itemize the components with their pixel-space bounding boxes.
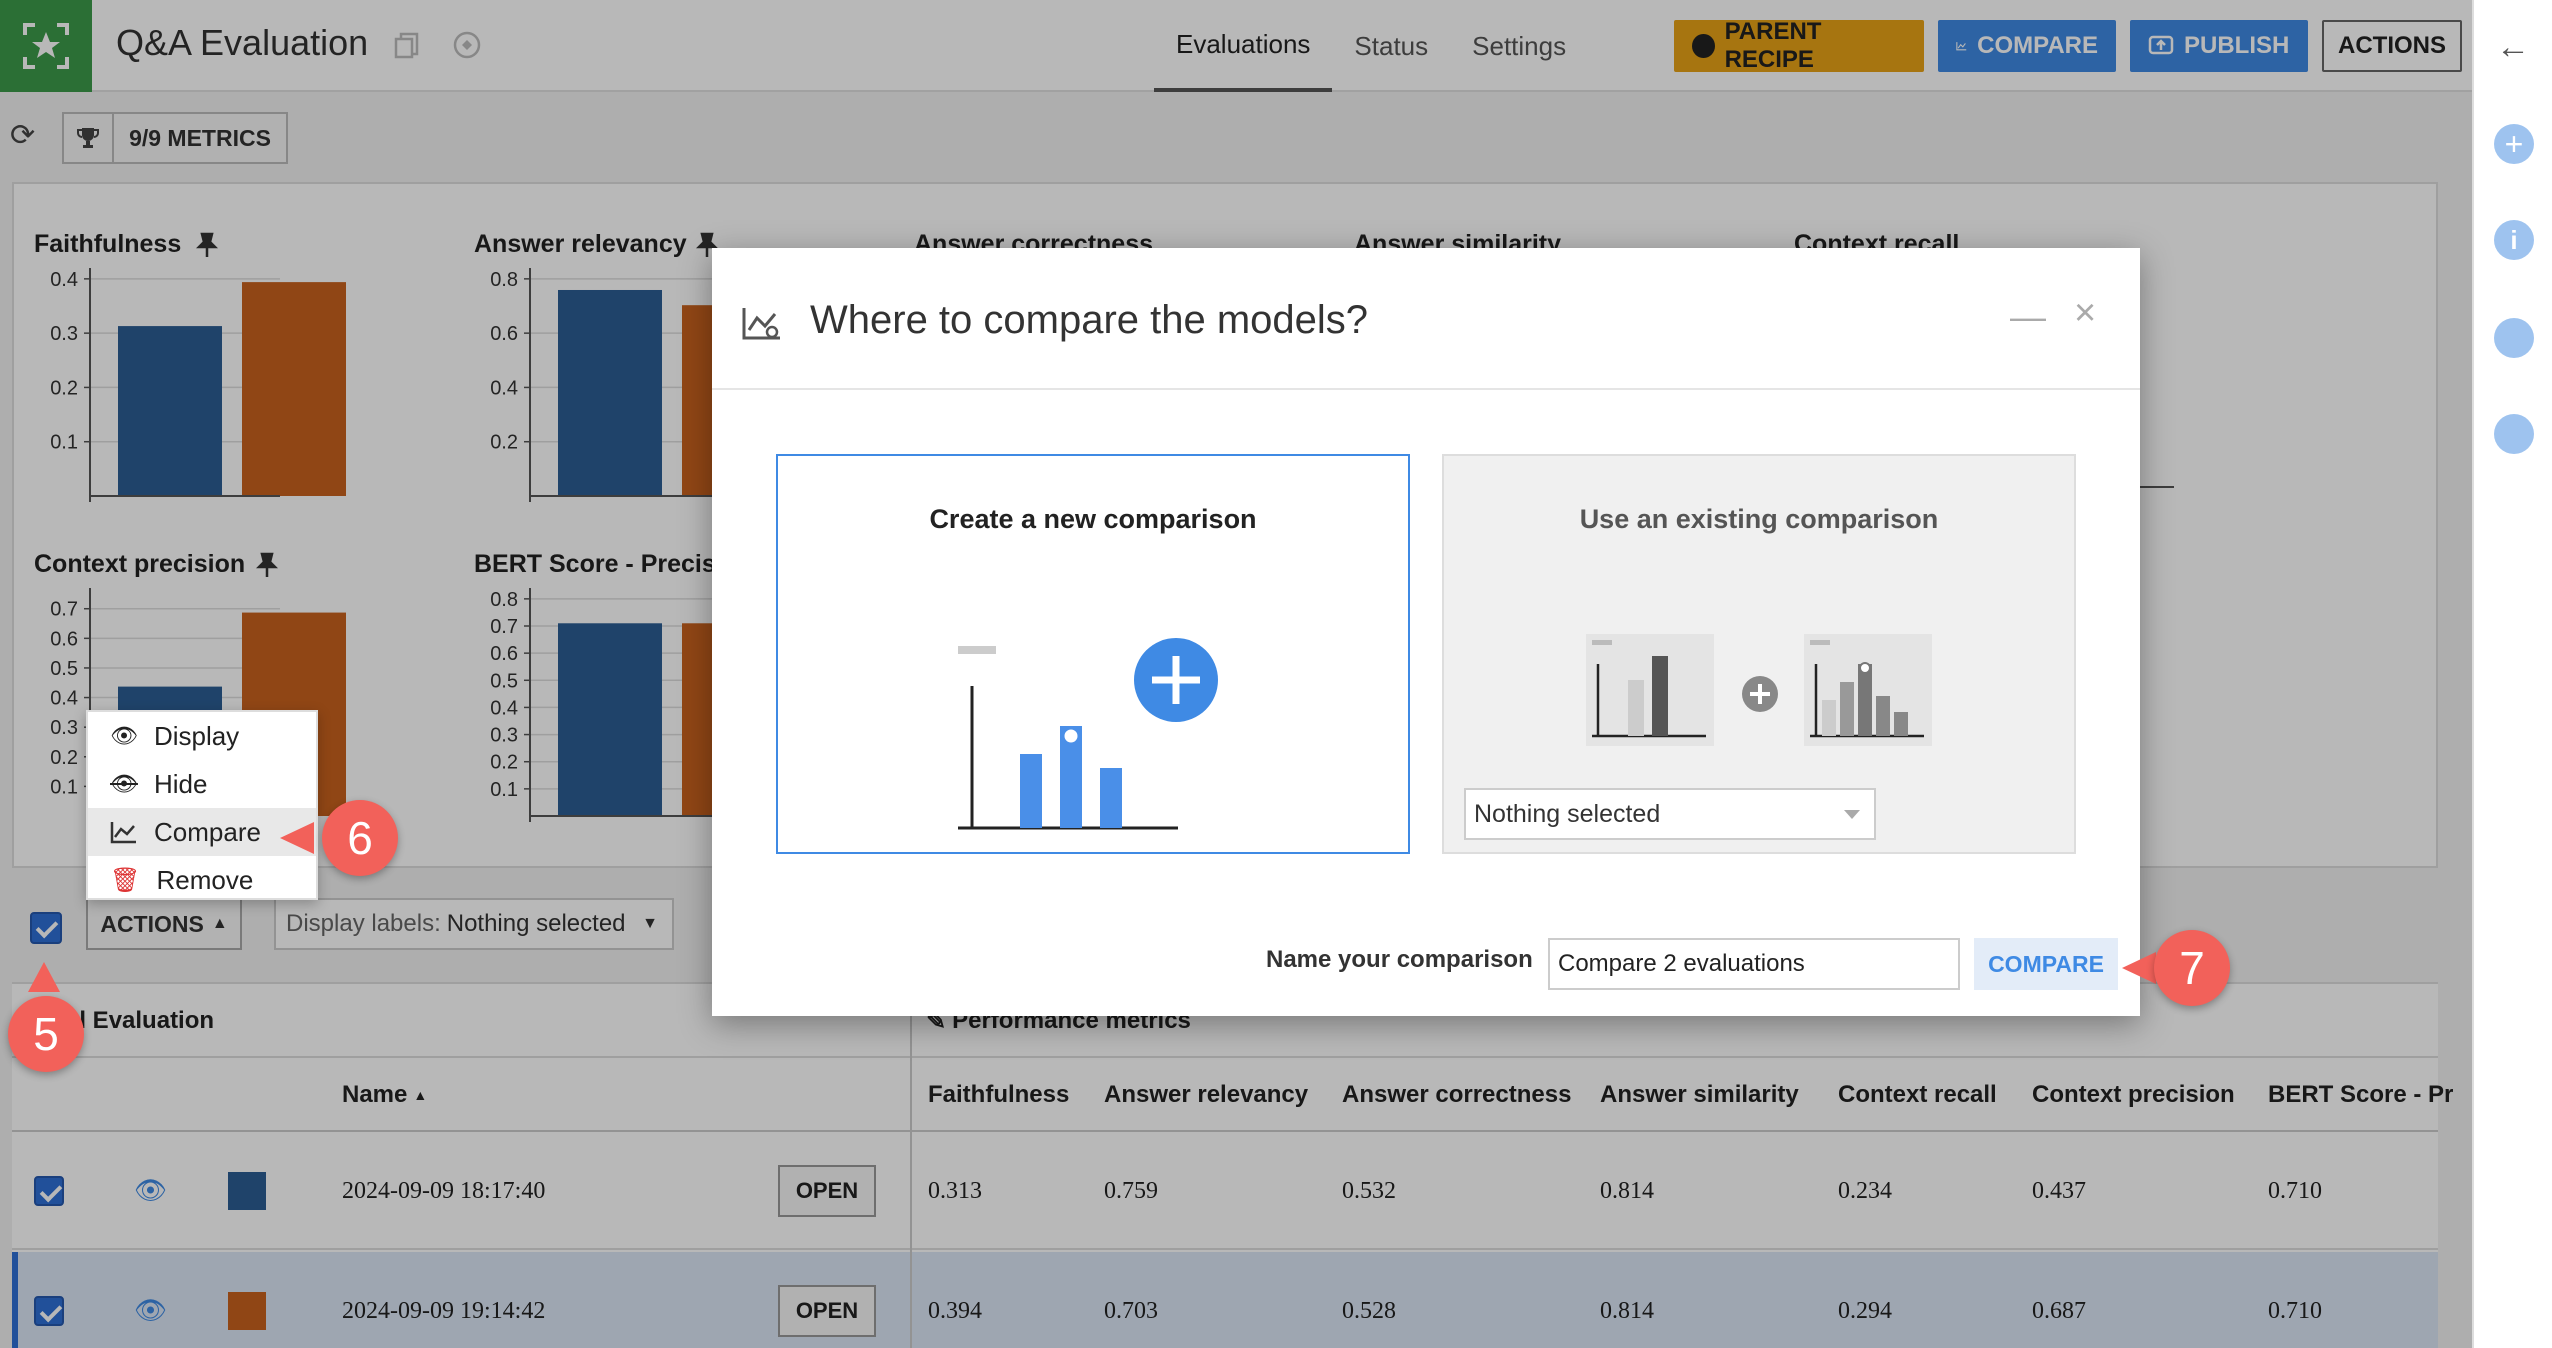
modal-compare-button[interactable]: COMPARE (1974, 938, 2118, 990)
history-icon[interactable] (2494, 414, 2534, 454)
existing-comparison-value: Nothing selected (1474, 799, 1661, 828)
callout-pointer (280, 822, 314, 854)
eye-slash-icon: 👁 (110, 771, 138, 796)
add-icon[interactable]: + (2494, 124, 2534, 164)
option-existing-comparison[interactable]: Use an existing comparison Nothing selec… (1442, 454, 2076, 854)
new-comparison-illustration (958, 638, 1218, 830)
annotation-step-7: 7 (2154, 930, 2230, 1006)
existing-comparison-illustration (1586, 634, 1932, 746)
info-icon[interactable]: i (2494, 220, 2534, 260)
actions-context-menu: 👁 Display 👁 Hide Compare 🗑 Remove (86, 710, 318, 900)
callout-pointer (28, 962, 60, 992)
right-rail: ← + i (2472, 0, 2552, 1348)
eye-icon: 👁 (110, 723, 138, 748)
modal-title: Where to compare the models? (810, 298, 1369, 342)
modal-header: Where to compare the models? — × (712, 248, 2140, 390)
collapse-arrow-icon[interactable]: ← (2496, 28, 2530, 67)
close-icon[interactable]: × (2074, 292, 2096, 335)
comparison-name-label: Name your comparison (1266, 946, 1533, 973)
menu-item-label: Display (153, 720, 240, 751)
compare-models-modal: Where to compare the models? — × Create … (712, 248, 2140, 1016)
callout-pointer (2122, 952, 2156, 984)
option-new-title: Create a new comparison (929, 504, 1257, 534)
trash-icon: 🗑 (110, 866, 141, 894)
menu-item-remove[interactable]: 🗑 Remove (88, 856, 316, 904)
menu-item-display[interactable]: 👁 Display (88, 712, 316, 760)
minimize-icon[interactable]: — (2010, 296, 2046, 338)
menu-item-hide[interactable]: 👁 Hide (88, 760, 316, 808)
existing-comparison-select[interactable]: Nothing selected (1464, 788, 1876, 840)
caret-down-icon (1844, 810, 1860, 819)
annotation-step-6: 6 (322, 800, 398, 876)
option-new-comparison[interactable]: Create a new comparison (776, 454, 1410, 854)
discussion-icon[interactable] (2494, 318, 2534, 358)
menu-item-label: Remove (156, 864, 254, 895)
compare-chart-icon (742, 308, 780, 340)
compare-chart-icon (110, 822, 136, 844)
menu-item-label: Compare (154, 816, 261, 847)
comparison-name-input[interactable] (1548, 938, 1960, 990)
annotation-step-5: 5 (8, 996, 84, 1072)
menu-item-label: Hide (153, 768, 208, 799)
option-existing-title: Use an existing comparison (1579, 504, 1939, 534)
